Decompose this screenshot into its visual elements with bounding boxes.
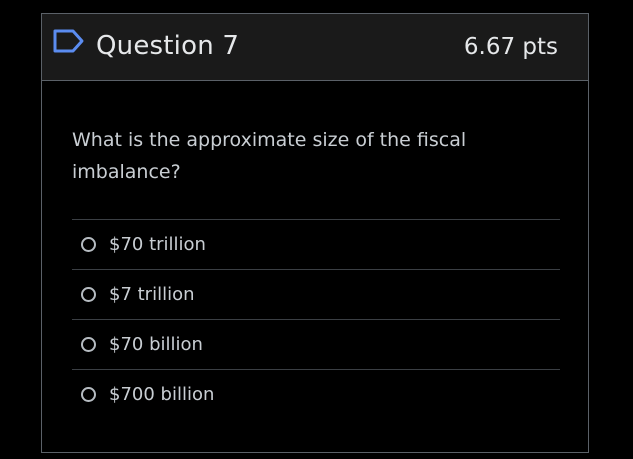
radio-button[interactable] xyxy=(81,337,96,352)
question-prompt: What is the approximate size of the fisc… xyxy=(72,129,467,183)
answer-list: $70 trillion $7 trillion $70 billion $70… xyxy=(72,219,560,420)
radio-button[interactable] xyxy=(81,387,96,402)
question-header: Question 7 6.67 pts xyxy=(42,14,588,81)
answer-label[interactable]: $700 billion xyxy=(109,383,214,407)
answer-option[interactable]: $7 trillion xyxy=(72,270,560,320)
radio-button[interactable] xyxy=(81,287,96,302)
question-card: Question 7 6.67 pts What is the approxim… xyxy=(41,13,589,453)
answer-option[interactable]: $700 billion xyxy=(72,370,560,420)
radio-button[interactable] xyxy=(81,237,96,252)
answer-label[interactable]: $7 trillion xyxy=(109,283,195,307)
flag-question-icon[interactable] xyxy=(52,28,86,54)
answer-option[interactable]: $70 billion xyxy=(72,320,560,370)
answer-label[interactable]: $70 trillion xyxy=(109,233,206,257)
question-title: Question 7 xyxy=(96,31,240,61)
question-points: 6.67 pts xyxy=(463,34,558,60)
answer-label[interactable]: $70 billion xyxy=(109,333,203,357)
answer-option[interactable]: $70 trillion xyxy=(72,220,560,270)
